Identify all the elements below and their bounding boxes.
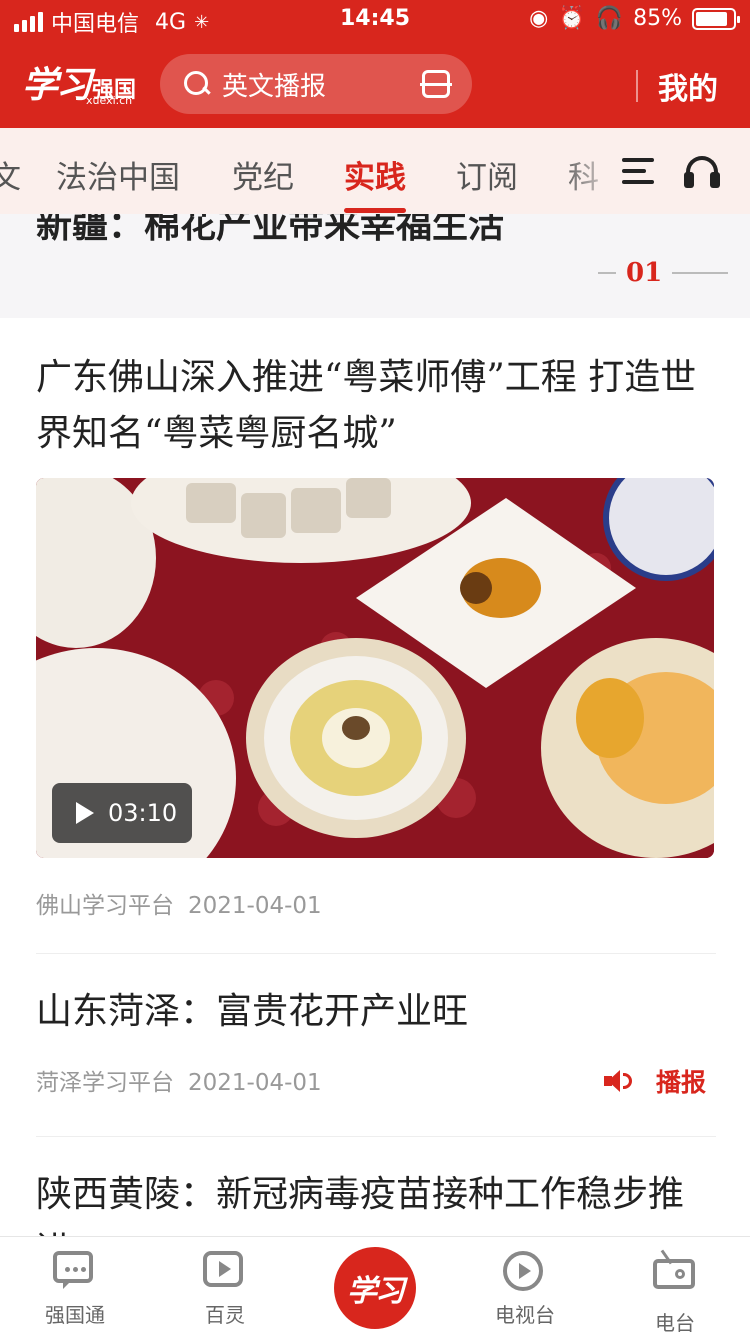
play-icon: [76, 802, 94, 824]
article-title: 广东佛山深入推进“粤菜师傅”工程 打造世界知名“粤菜粤厨名城”: [36, 357, 697, 454]
logo-text: 学习: [22, 64, 92, 106]
page-indicator: 01: [598, 258, 729, 288]
video-duration: 03:10: [108, 799, 178, 827]
nav-label: 强国通: [45, 1303, 105, 1327]
tab-dangji[interactable]: 党纪: [232, 152, 294, 197]
divider: [36, 1136, 716, 1137]
header-divider: [636, 70, 638, 102]
broadcast-label: 播报: [655, 1068, 706, 1097]
tab-shijian[interactable]: 实践: [344, 152, 406, 213]
app-header: 中国电信 4G ✳ 14:45 ◉ ⏰ 🎧 85% 学习强国 xuexi.cn …: [0, 0, 750, 128]
radio-icon: [653, 1259, 695, 1289]
nav-diantai[interactable]: 电台: [615, 1251, 735, 1334]
article-title: 陕西黄陵：新冠病毒疫苗接种工作稳步推进: [36, 1174, 685, 1236]
article-meta: 佛山学习平台 2021-04-01: [36, 886, 716, 920]
bottom-navigation: 强国通 百灵 学习 电视台 电台: [0, 1236, 750, 1334]
orientation-lock-icon: ◉: [529, 6, 549, 31]
nav-label: 电视台: [495, 1303, 555, 1327]
alarm-icon: ⏰: [558, 6, 586, 31]
search-bar[interactable]: 英文播报: [160, 54, 472, 114]
video-duration-badge: 03:10: [52, 783, 192, 843]
broadcast-button[interactable]: 播报: [603, 1063, 706, 1099]
video-thumbnail[interactable]: 03:10: [36, 478, 714, 858]
logo-url: xuexi.cn: [86, 94, 133, 107]
tab-dingyue[interactable]: 订阅: [456, 152, 518, 197]
featured-banner[interactable]: 新疆：棉花产业带来幸福生活 01: [0, 214, 750, 318]
article-title: 山东菏泽：富贵花开产业旺: [36, 991, 469, 1032]
nav-label: 电台: [655, 1311, 695, 1334]
nav-bailing[interactable]: 百灵: [165, 1251, 285, 1328]
article-card[interactable]: 山东菏泽：富贵花开产业旺: [36, 984, 716, 1040]
speaker-icon: [603, 1069, 632, 1093]
article-source: 菏泽学习平台: [36, 1070, 174, 1096]
play-circle-icon: [503, 1251, 543, 1291]
divider: [36, 953, 716, 954]
menu-icon[interactable]: [622, 158, 654, 184]
page-number: 01: [626, 258, 663, 288]
nav-dianshitai[interactable]: 电视台: [465, 1251, 585, 1328]
search-icon: [182, 69, 212, 99]
tabs-fade: [560, 128, 620, 214]
nav-label: 百灵: [205, 1303, 245, 1327]
tab-fazhi[interactable]: 法治中国: [56, 152, 180, 197]
article-card[interactable]: 广东佛山深入推进“粤菜师傅”工程 打造世界知名“粤菜粤厨名城”: [36, 350, 716, 462]
bailing-play-icon: [203, 1251, 243, 1287]
article-meta: 菏泽学习平台 2021-04-01 播报: [36, 1063, 716, 1097]
article-date: 2021-04-01: [188, 893, 322, 919]
chat-bubble-icon: [53, 1251, 93, 1289]
featured-title: 新疆：棉花产业带来幸福生活: [36, 214, 505, 246]
battery-icon: [692, 7, 740, 30]
search-placeholder: 英文播报: [222, 71, 327, 102]
article-source: 佛山学习平台: [36, 893, 174, 919]
profile-button[interactable]: 我的: [658, 64, 718, 108]
channel-tabs: 文 法治中国 党纪 实践 订阅 科: [0, 128, 750, 214]
tab-partial-left[interactable]: 文: [0, 152, 21, 197]
xuexi-logo[interactable]: 学习强国 xuexi.cn: [22, 56, 136, 108]
article-date: 2021-04-01: [188, 1070, 322, 1096]
nav-qiangguotong[interactable]: 强国通: [15, 1251, 135, 1328]
headphones-icon: 🎧: [595, 6, 624, 31]
article-card[interactable]: 陕西黄陵：新冠病毒疫苗接种工作稳步推进: [36, 1167, 716, 1236]
battery-percent: 85%: [633, 6, 682, 31]
headphones-icon[interactable]: [684, 156, 720, 190]
status-bar: 中国电信 4G ✳ 14:45 ◉ ⏰ 🎧 85%: [0, 0, 750, 40]
nav-xuexi-home[interactable]: 学习: [334, 1247, 416, 1329]
scan-icon[interactable]: [420, 70, 452, 98]
